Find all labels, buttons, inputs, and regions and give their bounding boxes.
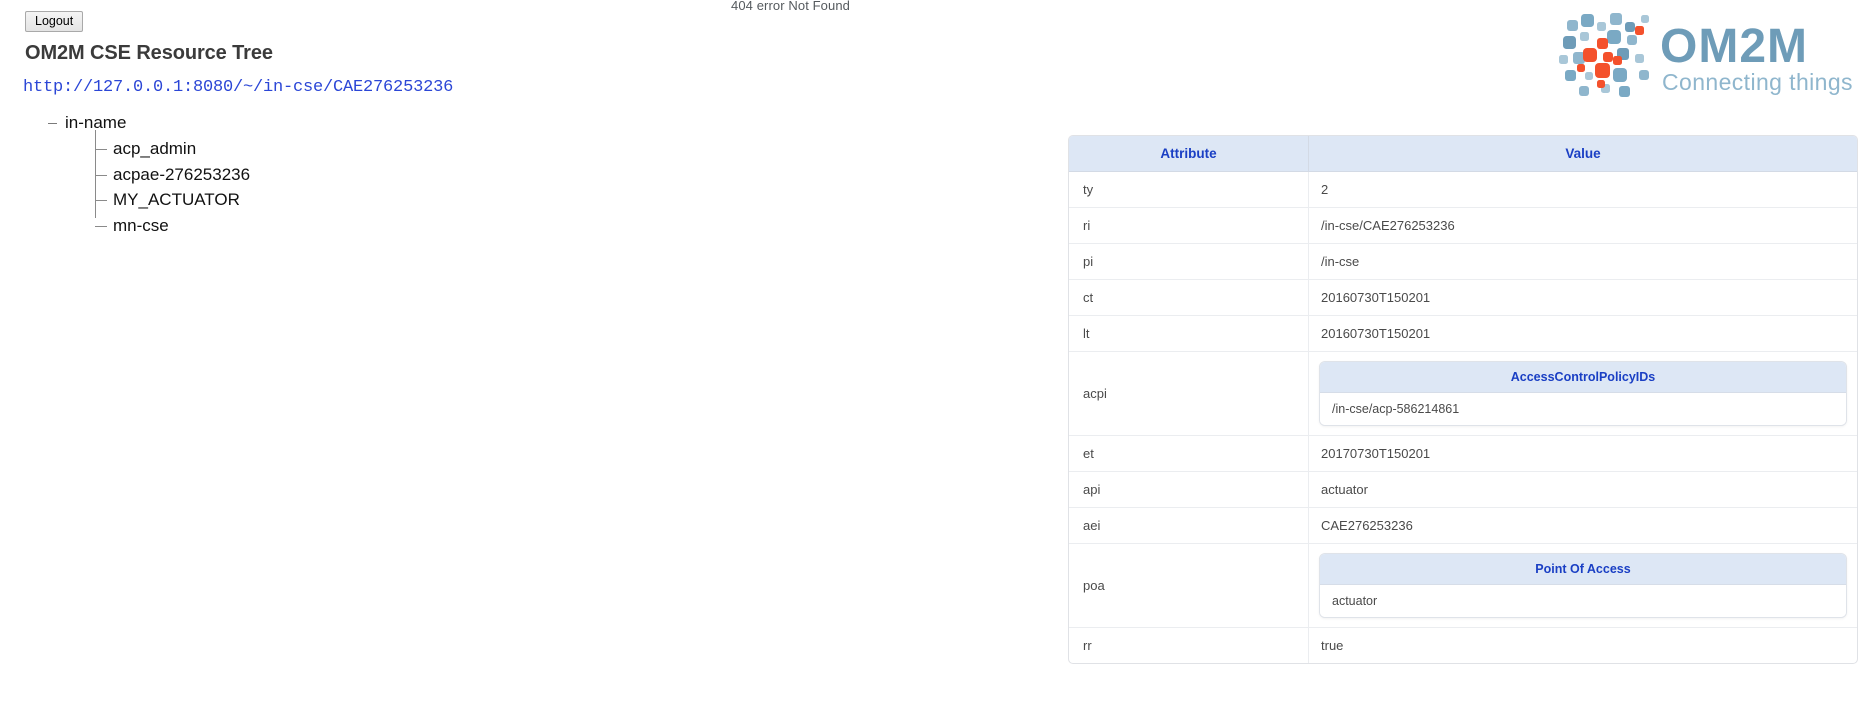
tree-root-node[interactable]: in-name acp_admin acpae-276253236 MY_ACT… xyxy=(48,110,250,238)
tree-item-label[interactable]: acp_admin xyxy=(113,139,196,158)
table-header-row: Attribute Value xyxy=(1069,136,1857,172)
sub-table-row: /in-cse/acp-586214861 xyxy=(1320,393,1846,425)
om2m-resource-tree-page: 404 error Not Found Logout OM2M CSE Reso… xyxy=(0,0,1863,719)
attribute-name: lt xyxy=(1069,316,1309,352)
resource-tree: in-name acp_admin acpae-276253236 MY_ACT… xyxy=(48,110,250,238)
attribute-name: ty xyxy=(1069,172,1309,208)
logo-tagline: Connecting things xyxy=(1662,69,1853,95)
sub-table-cell: actuator xyxy=(1320,585,1846,617)
tree-branch-line xyxy=(95,200,107,201)
table-row: rr true xyxy=(1069,628,1857,663)
attribute-name: api xyxy=(1069,472,1309,508)
attribute-value: 20160730T150201 xyxy=(1309,316,1857,352)
om2m-logo: OM2M Connecting things xyxy=(1555,8,1855,100)
attributes-table-body: ty 2 ri /in-cse/CAE276253236 pi /in-cse … xyxy=(1069,172,1857,663)
logo-wordmark: OM2M xyxy=(1660,20,1808,73)
attribute-value-nested: Point Of Access actuator xyxy=(1309,544,1857,628)
table-row: aei CAE276253236 xyxy=(1069,508,1857,544)
logout-button[interactable]: Logout xyxy=(25,11,84,32)
tree-item-label[interactable]: mn-cse xyxy=(113,216,169,235)
attribute-value: 20170730T150201 xyxy=(1309,436,1857,472)
tree-children: acp_admin acpae-276253236 MY_ACTUATOR mn… xyxy=(95,130,250,239)
attributes-panel: Attribute Value ty 2 ri /in-cse/CAE27625… xyxy=(1068,135,1858,664)
sub-table-cell: /in-cse/acp-586214861 xyxy=(1320,393,1846,425)
tree-item-label[interactable]: MY_ACTUATOR xyxy=(113,190,240,209)
attribute-name: et xyxy=(1069,436,1309,472)
attribute-name: aei xyxy=(1069,508,1309,544)
attribute-name: pi xyxy=(1069,244,1309,280)
attribute-name: ct xyxy=(1069,280,1309,316)
attribute-name: ri xyxy=(1069,208,1309,244)
table-row: ct 20160730T150201 xyxy=(1069,280,1857,316)
table-row: ri /in-cse/CAE276253236 xyxy=(1069,208,1857,244)
sub-table-header: Point Of Access xyxy=(1320,554,1846,585)
attribute-name: rr xyxy=(1069,628,1309,663)
tree-item-acpae[interactable]: acpae-276253236 xyxy=(95,162,250,188)
om2m-logo-svg: OM2M Connecting things xyxy=(1559,13,1853,97)
tree-branch-line xyxy=(95,149,107,150)
tree-branch-line xyxy=(95,225,107,227)
logo-pixel-cluster xyxy=(1559,13,1649,97)
attribute-value: /in-cse xyxy=(1309,244,1857,280)
attribute-value: CAE276253236 xyxy=(1309,508,1857,544)
tree-branch-line xyxy=(95,174,107,176)
table-row: lt 20160730T150201 xyxy=(1069,316,1857,352)
cse-url-link[interactable]: http://127.0.0.1:8080/~/in-cse/CAE276253… xyxy=(23,78,453,97)
error-banner-text: 404 error Not Found xyxy=(731,0,850,13)
page-title: OM2M CSE Resource Tree xyxy=(25,42,273,64)
column-header-attribute: Attribute xyxy=(1069,136,1309,172)
sub-table-row: actuator xyxy=(1320,585,1846,617)
table-row-poa: poa Point Of Access actuator xyxy=(1069,544,1857,628)
tree-item-label[interactable]: acpae-276253236 xyxy=(113,165,250,184)
tree-item-mn-cse[interactable]: mn-cse xyxy=(95,213,250,239)
attribute-name: poa xyxy=(1069,544,1309,628)
table-row: api actuator xyxy=(1069,472,1857,508)
attribute-value: 2 xyxy=(1309,172,1857,208)
tree-item-my-actuator[interactable]: MY_ACTUATOR xyxy=(95,187,250,213)
table-row: ty 2 xyxy=(1069,172,1857,208)
table-row-acpi: acpi AccessControlPolicyIDs /in-cse/acp-… xyxy=(1069,352,1857,436)
attributes-table: Attribute Value ty 2 ri /in-cse/CAE27625… xyxy=(1068,135,1858,664)
attribute-value: true xyxy=(1321,638,1344,653)
table-row: pi /in-cse xyxy=(1069,244,1857,280)
table-row: et 20170730T150201 xyxy=(1069,436,1857,472)
attribute-value: /in-cse/CAE276253236 xyxy=(1309,208,1857,244)
attribute-value-nested: AccessControlPolicyIDs /in-cse/acp-58621… xyxy=(1309,352,1857,436)
attribute-value: 20160730T150201 xyxy=(1309,280,1857,316)
tree-item-acp-admin[interactable]: acp_admin xyxy=(95,136,250,162)
sub-table-header: AccessControlPolicyIDs xyxy=(1320,362,1846,393)
tree-collapse-dash-icon[interactable] xyxy=(48,123,57,124)
attributes-table-head: Attribute Value xyxy=(1069,136,1857,172)
attribute-name: acpi xyxy=(1069,352,1309,436)
column-header-value: Value xyxy=(1309,136,1857,172)
acp-policy-ids-table: AccessControlPolicyIDs /in-cse/acp-58621… xyxy=(1319,361,1847,426)
attribute-value: actuator xyxy=(1309,472,1857,508)
point-of-access-table: Point Of Access actuator xyxy=(1319,553,1847,618)
